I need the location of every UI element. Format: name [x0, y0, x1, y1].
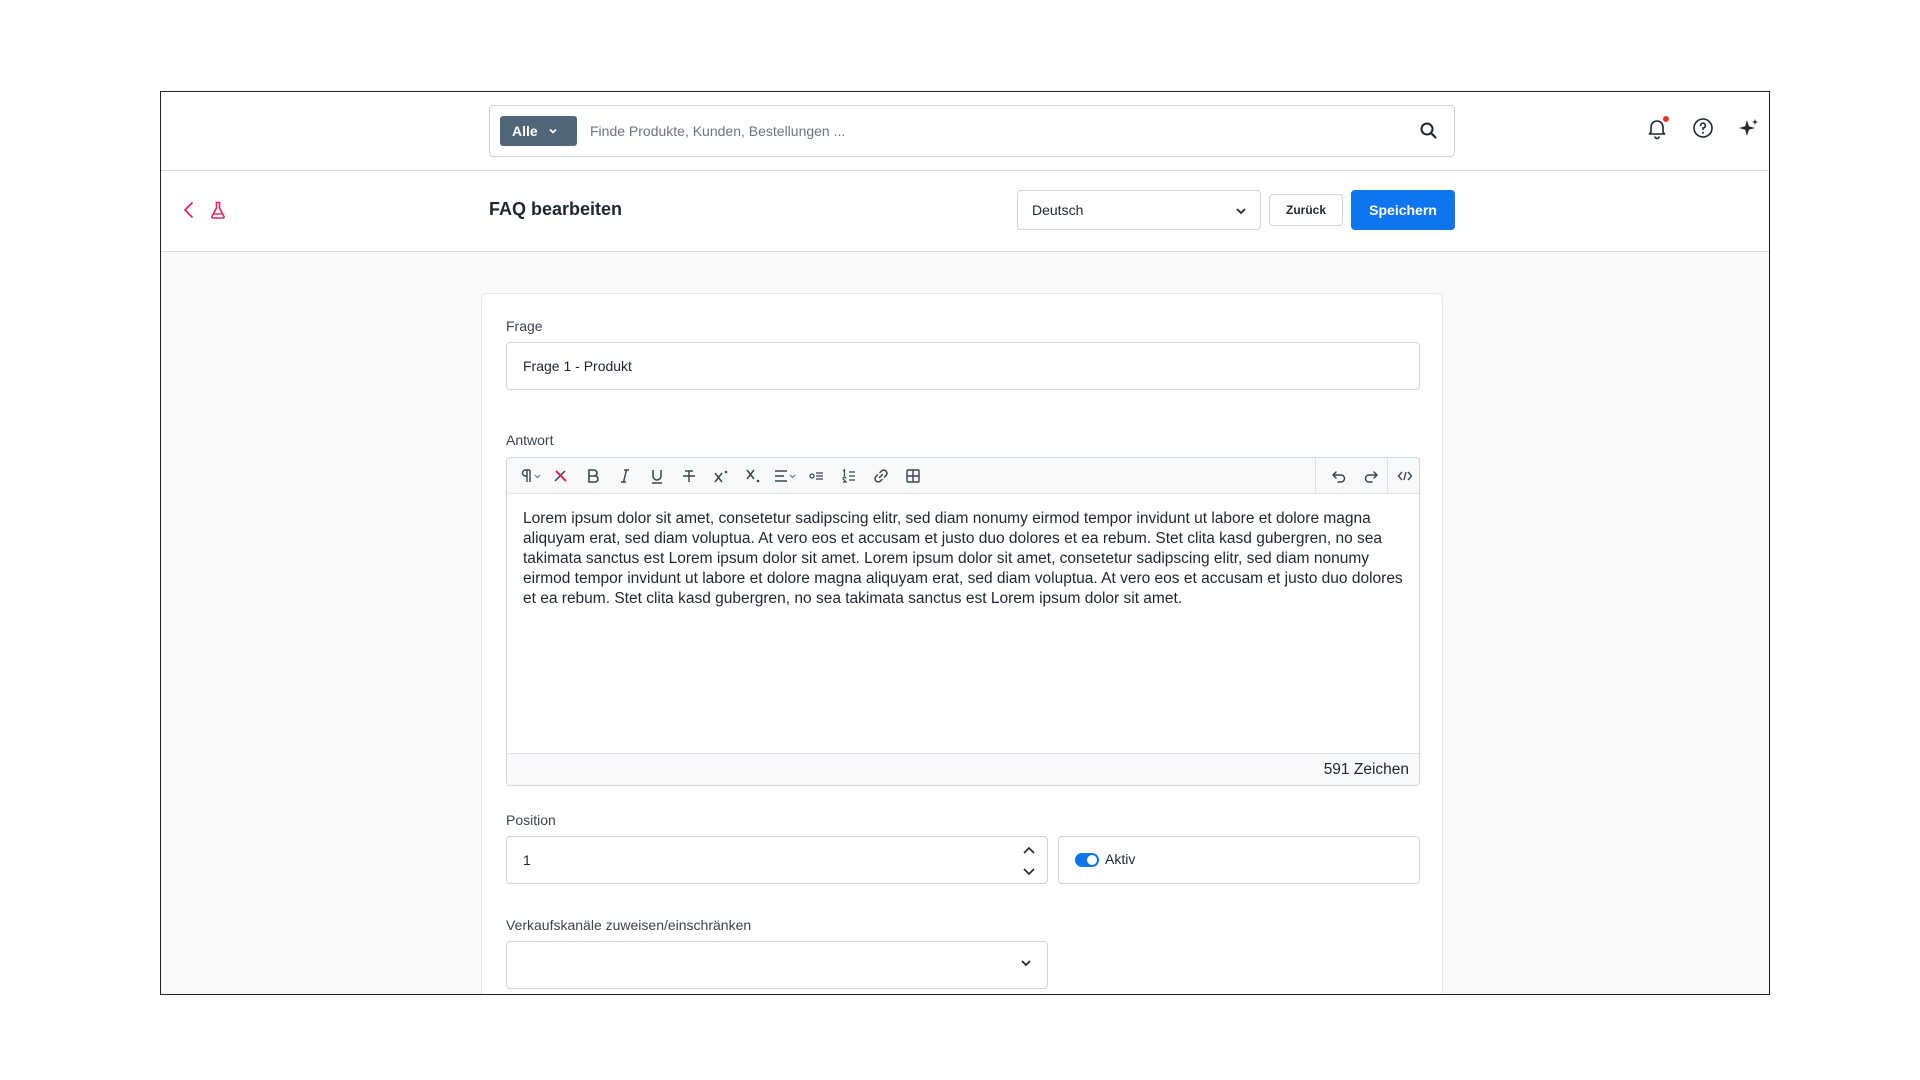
- strikethrough-button[interactable]: [679, 466, 699, 486]
- search-filter-dropdown[interactable]: Alle: [500, 116, 577, 146]
- clear-format-icon: [554, 470, 567, 482]
- language-select[interactable]: Deutsch: [1017, 190, 1261, 230]
- subscript-button[interactable]: [743, 466, 763, 486]
- notification-dot: [1663, 116, 1669, 122]
- position-input-value: 1: [523, 852, 531, 868]
- ai-assistant-button[interactable]: [1737, 116, 1761, 140]
- question-input-value: Frage 1 - Produkt: [523, 358, 632, 374]
- help-icon: [1693, 118, 1713, 138]
- position-label: Position: [506, 812, 556, 828]
- underline-button[interactable]: [647, 466, 667, 486]
- numbered-list-icon: [842, 468, 855, 483]
- search-filter-label: Alle: [512, 123, 538, 139]
- search-icon[interactable]: [1418, 120, 1440, 142]
- redo-icon: [1364, 471, 1379, 483]
- chevron-down-icon: [549, 128, 557, 134]
- language-select-value: Deutsch: [1032, 202, 1084, 218]
- toolbar-separator: [1315, 458, 1316, 494]
- clear-format-button[interactable]: [551, 466, 571, 486]
- table-icon: [906, 469, 920, 483]
- question-label: Frage: [506, 318, 543, 334]
- paragraph-icon: [521, 469, 541, 482]
- main-content: Frage Frage 1 - Produkt Antwort Lorem ip…: [161, 252, 1769, 994]
- position-input[interactable]: 1: [506, 836, 1048, 884]
- global-search: Alle: [489, 105, 1455, 157]
- page-title: FAQ bearbeiten: [489, 199, 623, 219]
- paragraph-format-button[interactable]: [517, 466, 545, 486]
- active-toggle[interactable]: [1075, 853, 1099, 867]
- search-input[interactable]: [590, 116, 1390, 146]
- back-arrow-icon[interactable]: [179, 200, 199, 220]
- redo-button[interactable]: [1361, 466, 1381, 486]
- numbered-list-button[interactable]: [839, 466, 859, 486]
- link-icon: [874, 469, 888, 483]
- superscript-button[interactable]: [711, 466, 731, 486]
- align-icon: [775, 470, 796, 482]
- strikethrough-icon: [683, 470, 695, 482]
- sparkle-icon: [1739, 119, 1758, 136]
- top-bar: Alle: [161, 92, 1769, 171]
- code-view-button[interactable]: [1395, 466, 1415, 486]
- sales-channels-label: Verkaufskanäle zuweisen/einschränken: [506, 917, 752, 933]
- answer-label: Antwort: [506, 432, 554, 448]
- faq-form-card: Frage Frage 1 - Produkt Antwort Lorem ip…: [481, 293, 1443, 994]
- help-button[interactable]: [1691, 116, 1715, 140]
- code-view-icon: [1397, 471, 1413, 481]
- notifications-button[interactable]: [1645, 116, 1669, 140]
- chevron-down-icon: [1236, 208, 1246, 215]
- undo-icon: [1331, 471, 1346, 483]
- page-header: FAQ bearbeiten Deutsch Zurück Speichern: [161, 171, 1769, 252]
- table-button[interactable]: [903, 466, 923, 486]
- answer-editor-content[interactable]: Lorem ipsum dolor sit amet, consetetur s…: [523, 509, 1403, 609]
- flask-icon: [211, 201, 225, 219]
- superscript-icon: [714, 470, 728, 483]
- toolbar-separator: [1387, 458, 1388, 494]
- undo-button[interactable]: [1329, 466, 1349, 486]
- bold-button[interactable]: [583, 466, 603, 486]
- editor-footer: 591 Zeichen: [507, 753, 1419, 785]
- link-button[interactable]: [871, 466, 891, 486]
- chevron-down-icon: [1021, 960, 1031, 967]
- subscript-icon: [746, 469, 760, 483]
- underline-icon: [652, 470, 662, 484]
- bold-icon: [588, 469, 599, 483]
- answer-editor: Lorem ipsum dolor sit amet, consetetur s…: [506, 457, 1420, 786]
- save-button[interactable]: Speichern: [1351, 190, 1455, 230]
- active-toggle-field: Aktiv: [1058, 836, 1420, 884]
- bullet-list-icon: [809, 472, 823, 480]
- italic-icon: [621, 469, 629, 483]
- back-button[interactable]: Zurück: [1269, 194, 1343, 226]
- top-actions: [1645, 116, 1769, 140]
- editor-toolbar: [507, 458, 1419, 494]
- number-stepper-icon[interactable]: [1021, 843, 1037, 879]
- question-input[interactable]: Frage 1 - Produkt: [506, 342, 1420, 390]
- bullet-list-button[interactable]: [807, 466, 827, 486]
- active-toggle-label: Aktiv: [1105, 851, 1136, 867]
- app-window: Alle FAQ bearbeiten Deutsch: [160, 91, 1770, 995]
- italic-button[interactable]: [615, 466, 635, 486]
- character-count: 591 Zeichen: [1323, 761, 1409, 778]
- sales-channels-select[interactable]: [506, 941, 1048, 989]
- align-button[interactable]: [771, 466, 799, 486]
